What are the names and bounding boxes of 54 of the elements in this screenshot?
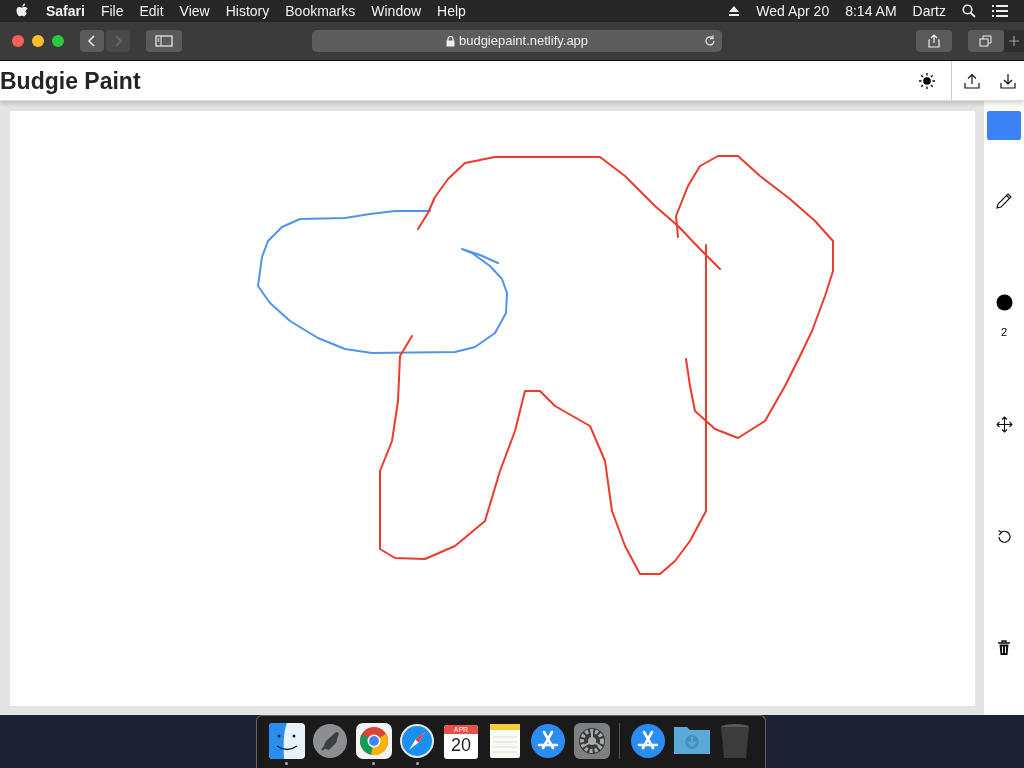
search-icon[interactable] bbox=[962, 4, 976, 18]
address-field[interactable]: budgiepaint.netlify.app bbox=[311, 30, 723, 52]
download-icon bbox=[1000, 72, 1016, 89]
plus-icon bbox=[1008, 35, 1021, 47]
sidebar-button[interactable] bbox=[145, 30, 182, 52]
menu-item[interactable]: Edit bbox=[139, 0, 164, 22]
compass-icon[interactable] bbox=[399, 723, 436, 759]
menu-item[interactable]: File bbox=[100, 0, 124, 22]
browser-icon[interactable] bbox=[355, 723, 392, 759]
close-button[interactable] bbox=[12, 35, 24, 47]
zoom-button[interactable] bbox=[51, 35, 64, 47]
move-icon[interactable] bbox=[995, 415, 1013, 433]
share-button[interactable] bbox=[916, 30, 953, 52]
tabs-icon bbox=[979, 35, 994, 47]
trash-can-icon[interactable] bbox=[720, 723, 751, 759]
apple-icon[interactable] bbox=[16, 3, 30, 19]
sidebar-icon bbox=[154, 35, 173, 47]
app-store-icon[interactable] bbox=[630, 723, 667, 759]
chevron-left-icon bbox=[86, 34, 97, 48]
eject-icon[interactable] bbox=[728, 5, 741, 17]
user-name[interactable]: Dartz bbox=[912, 0, 946, 22]
reload-icon[interactable] bbox=[704, 35, 717, 47]
day-text: 20 bbox=[450, 734, 471, 756]
gear-icon[interactable] bbox=[573, 723, 610, 759]
app-title: Budgie Paint bbox=[0, 66, 141, 96]
app-menu[interactable]: Safari bbox=[46, 0, 85, 22]
menu-item[interactable]: Help bbox=[437, 0, 466, 22]
trash-icon[interactable] bbox=[997, 639, 1011, 656]
menu-item[interactable]: Bookmarks bbox=[285, 0, 356, 22]
menu-item[interactable]: Window bbox=[371, 0, 422, 22]
pencil-icon[interactable] bbox=[995, 192, 1013, 210]
url-text: budgiepaint.netlify.app bbox=[458, 32, 589, 51]
color-swatch[interactable] bbox=[987, 111, 1021, 140]
rocket-icon[interactable] bbox=[312, 723, 349, 759]
notepad-icon[interactable] bbox=[488, 723, 521, 759]
undo-icon[interactable] bbox=[996, 528, 1012, 544]
list-icon[interactable] bbox=[992, 5, 1008, 17]
tabs-button[interactable] bbox=[968, 30, 1005, 52]
date-text: Wed Apr 20 bbox=[756, 2, 830, 21]
clock-text[interactable]: 8:14 AM bbox=[845, 0, 897, 22]
chevron-right-icon bbox=[112, 34, 123, 48]
minimize-button[interactable] bbox=[31, 35, 44, 47]
new-tab-button[interactable] bbox=[1004, 30, 1024, 52]
back-button[interactable] bbox=[79, 30, 104, 52]
brush-size-button[interactable]: 2 bbox=[995, 294, 1013, 341]
lock-icon bbox=[445, 35, 455, 47]
menu-item[interactable]: View bbox=[179, 0, 210, 22]
share-icon bbox=[928, 34, 941, 48]
app-store-icon[interactable] bbox=[530, 723, 567, 759]
sun-icon bbox=[919, 72, 935, 89]
smiling-face-icon[interactable] bbox=[268, 723, 305, 759]
menu-item[interactable]: History bbox=[225, 0, 270, 22]
dot-icon bbox=[995, 294, 1013, 311]
upload-icon bbox=[964, 72, 980, 89]
